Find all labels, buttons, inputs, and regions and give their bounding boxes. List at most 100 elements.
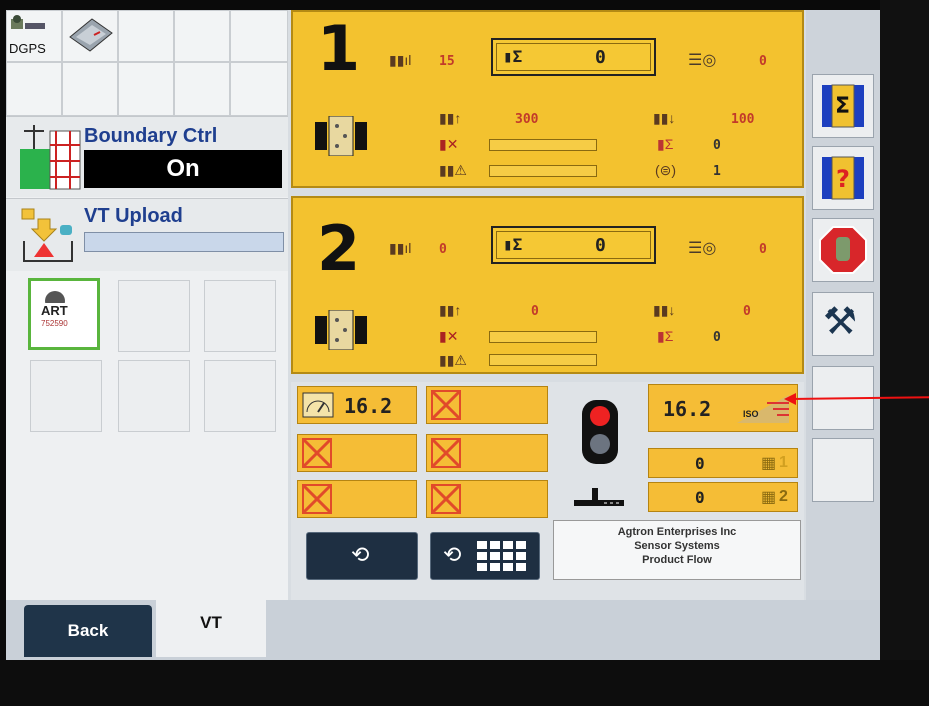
warning-icon: ▮▮⚠ — [439, 162, 467, 178]
section-2-flow-sum: 0 — [713, 330, 721, 345]
counter-1-index: 1 — [779, 454, 788, 471]
grid-cell[interactable] — [118, 62, 174, 116]
svg-text:Σ: Σ — [835, 94, 850, 119]
section-1-rate: 15 — [439, 54, 455, 69]
speed-value: 16.2 — [344, 394, 393, 418]
section-2-count: 0 — [759, 242, 767, 257]
grid-cell[interactable] — [230, 10, 288, 62]
vt-upload-progress — [84, 232, 284, 252]
up-flow-icon: ▮▮↑ — [439, 302, 462, 318]
blocked-icon: ▮✕ — [439, 136, 459, 152]
section-2-number: 2 — [317, 212, 361, 285]
warning-bar — [489, 165, 597, 177]
svg-text:?: ? — [836, 165, 850, 193]
boundary-state[interactable]: On — [84, 150, 282, 188]
section-2-sum: 0 — [595, 235, 606, 256]
totals-button[interactable]: Σ — [812, 74, 874, 138]
x-mark-icon — [302, 438, 332, 468]
vt-screen: DGPS Boundary Ctrl On VT Upload ART 7525… — [6, 10, 880, 660]
empty-slot[interactable] — [297, 480, 417, 518]
refresh-icon: ⟲ — [351, 542, 370, 567]
bezel-bottom — [0, 660, 929, 706]
bezel-top — [0, 0, 929, 10]
stop-button[interactable] — [812, 218, 874, 282]
section-2-up: 0 — [531, 304, 539, 319]
section-2-panel[interactable]: 2 ▮▮ıl 0 ▮Σ 0 ☰◎ 0 ▮▮↑ 0 ▮✕ ▮▮⚠ ▮▮↓ 0 ▮Σ… — [291, 196, 804, 374]
section-1-panel[interactable]: 1 ▮▮ıl 15 ▮Σ 0 ☰◎ 0 ▮▮↑ 300 ▮✕ ▮▮⚠ ▮▮↓ 1… — [291, 10, 804, 188]
help-button[interactable]: ? — [812, 146, 874, 210]
dgps-label: DGPS — [9, 41, 46, 56]
implement-slot[interactable] — [30, 360, 102, 432]
implement-slot-selected[interactable]: ART 752590 — [28, 278, 100, 350]
x-mark-icon — [431, 438, 461, 468]
x-mark-icon — [431, 390, 461, 420]
receiver-cell[interactable] — [62, 10, 118, 62]
counter-1-value: 0 — [695, 454, 705, 473]
empty-slot[interactable] — [426, 434, 548, 472]
section-2-down: 0 — [743, 304, 751, 319]
right-toolbar: Σ ? ⚒ — [806, 10, 880, 600]
company-line2: Sensor Systems — [634, 540, 720, 552]
counter-2-index: 2 — [779, 488, 788, 505]
implement-slot[interactable] — [118, 360, 190, 432]
speed-box[interactable]: 16.2 — [297, 386, 417, 424]
grid-cell[interactable] — [6, 62, 62, 116]
left-panel: DGPS Boundary Ctrl On VT Upload ART 7525… — [6, 10, 288, 600]
back-tab[interactable]: Back — [24, 605, 152, 657]
rate-icon: ▮▮ıl — [389, 240, 412, 256]
implement-slot[interactable] — [204, 360, 276, 432]
vt-tab[interactable]: VT — [156, 600, 266, 657]
section-1-sum: 0 — [595, 47, 606, 68]
grid-cell[interactable] — [174, 62, 230, 116]
section-1-number: 1 — [317, 12, 361, 85]
receiver-icon — [69, 18, 113, 52]
grid-cell[interactable] — [230, 62, 288, 116]
tools-icon: ⚒ — [823, 301, 858, 343]
flow-sum-icon: ▮Σ — [657, 136, 674, 152]
grid-cell[interactable] — [118, 10, 174, 62]
down-flow-icon: ▮▮↓ — [653, 110, 676, 126]
grid-cell[interactable] — [174, 10, 230, 62]
settings-button[interactable]: ⚒ — [812, 292, 874, 356]
x-mark-icon — [302, 484, 332, 514]
stop-hand-icon — [819, 226, 867, 274]
section-1-flow-sum: 0 — [713, 138, 721, 153]
empty-slot[interactable] — [426, 480, 548, 518]
refresh-grid-button[interactable]: ⟲ — [430, 532, 540, 580]
section-1-count: 0 — [759, 54, 767, 69]
section-1-up: 300 — [515, 112, 539, 127]
empty-slot[interactable] — [426, 386, 548, 424]
down-flow-icon: ▮▮↓ — [653, 302, 676, 318]
company-info: Agtron Enterprises Inc Sensor Systems Pr… — [553, 520, 801, 580]
empty-toolbar-button[interactable] — [812, 438, 874, 502]
counter-2-value: 0 — [695, 488, 705, 507]
counter-1-box[interactable]: 0 ▦ 1 — [648, 448, 798, 478]
company-line3: Product Flow — [642, 554, 712, 566]
refresh-button[interactable]: ⟲ — [306, 532, 418, 580]
empty-slot[interactable] — [297, 434, 417, 472]
blocked-bar — [489, 331, 597, 343]
upload-icon — [21, 208, 73, 262]
sum-icon: ▮Σ — [503, 235, 523, 254]
dgps-icon — [11, 15, 45, 29]
warning-icon: ▮▮⚠ — [439, 352, 467, 368]
grid-icon — [477, 541, 526, 571]
iso-speed-box[interactable]: 16.2 ISO — [648, 384, 798, 432]
annotation-arrow-head — [784, 393, 796, 405]
roller-icon — [315, 310, 367, 350]
grid-cell[interactable] — [62, 62, 118, 116]
implement-slot[interactable] — [204, 280, 276, 352]
section-1-bottom-count: 1 — [713, 164, 721, 179]
counter-2-box[interactable]: 0 ▦ 2 — [648, 482, 798, 512]
section-1-sum-box[interactable]: ▮Σ 0 — [491, 38, 656, 76]
warning-bar — [489, 354, 597, 366]
implement-slot[interactable] — [118, 280, 190, 352]
section-1-down: 100 — [731, 112, 755, 127]
blocked-icon: ▮✕ — [439, 328, 459, 344]
section-2-sum-box[interactable]: ▮Σ 0 — [491, 226, 656, 264]
speedometer-icon — [302, 392, 334, 418]
bezel-right — [880, 0, 929, 706]
implement-sub: 752590 — [41, 319, 68, 328]
boundary-title: Boundary Ctrl — [84, 125, 218, 147]
dgps-cell[interactable]: DGPS — [6, 10, 62, 62]
